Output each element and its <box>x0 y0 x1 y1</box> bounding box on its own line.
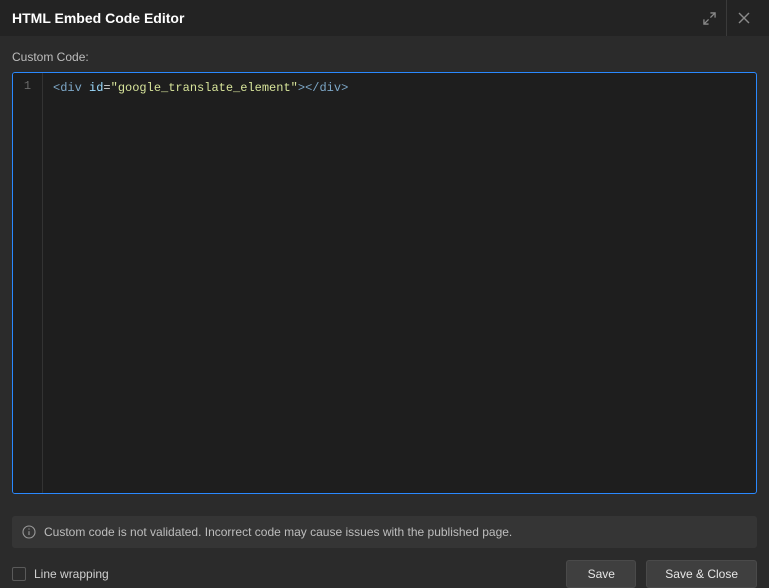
code-token: = <box>103 81 110 95</box>
line-number: 1 <box>13 79 42 93</box>
dialog-body: Custom Code: 1 <div id="google_translate… <box>0 36 769 506</box>
expand-button[interactable] <box>694 0 724 36</box>
validation-notice: Custom code is not validated. Incorrect … <box>12 516 757 548</box>
code-token: id <box>89 81 103 95</box>
save-close-button[interactable]: Save & Close <box>646 560 757 588</box>
code-token: div <box>60 81 82 95</box>
code-token: > <box>298 81 305 95</box>
code-token: > <box>341 81 348 95</box>
dialog-header: HTML Embed Code Editor <box>0 0 769 36</box>
close-button[interactable] <box>729 0 759 36</box>
footer-buttons: Save Save & Close <box>566 560 757 588</box>
info-icon <box>22 525 36 539</box>
line-gutter: 1 <box>13 73 43 493</box>
header-actions <box>694 0 759 36</box>
header-divider <box>726 0 727 36</box>
line-wrapping-label: Line wrapping <box>34 567 109 581</box>
line-wrapping-toggle[interactable]: Line wrapping <box>12 567 109 581</box>
save-button[interactable]: Save <box>566 560 636 588</box>
notice-text: Custom code is not validated. Incorrect … <box>44 525 512 539</box>
dialog-footer: Line wrapping Save Save & Close <box>0 548 769 588</box>
close-icon <box>738 12 750 24</box>
checkbox-icon <box>12 567 26 581</box>
dialog-title: HTML Embed Code Editor <box>12 10 184 26</box>
code-area[interactable]: <div id="google_translate_element"></div… <box>43 73 756 493</box>
code-token <box>82 81 89 95</box>
code-token: div <box>319 81 341 95</box>
editor-label: Custom Code: <box>12 50 757 64</box>
code-editor[interactable]: 1 <div id="google_translate_element"></d… <box>12 72 757 494</box>
expand-icon <box>703 12 716 25</box>
code-token: "google_translate_element" <box>111 81 298 95</box>
code-token: </ <box>305 81 319 95</box>
